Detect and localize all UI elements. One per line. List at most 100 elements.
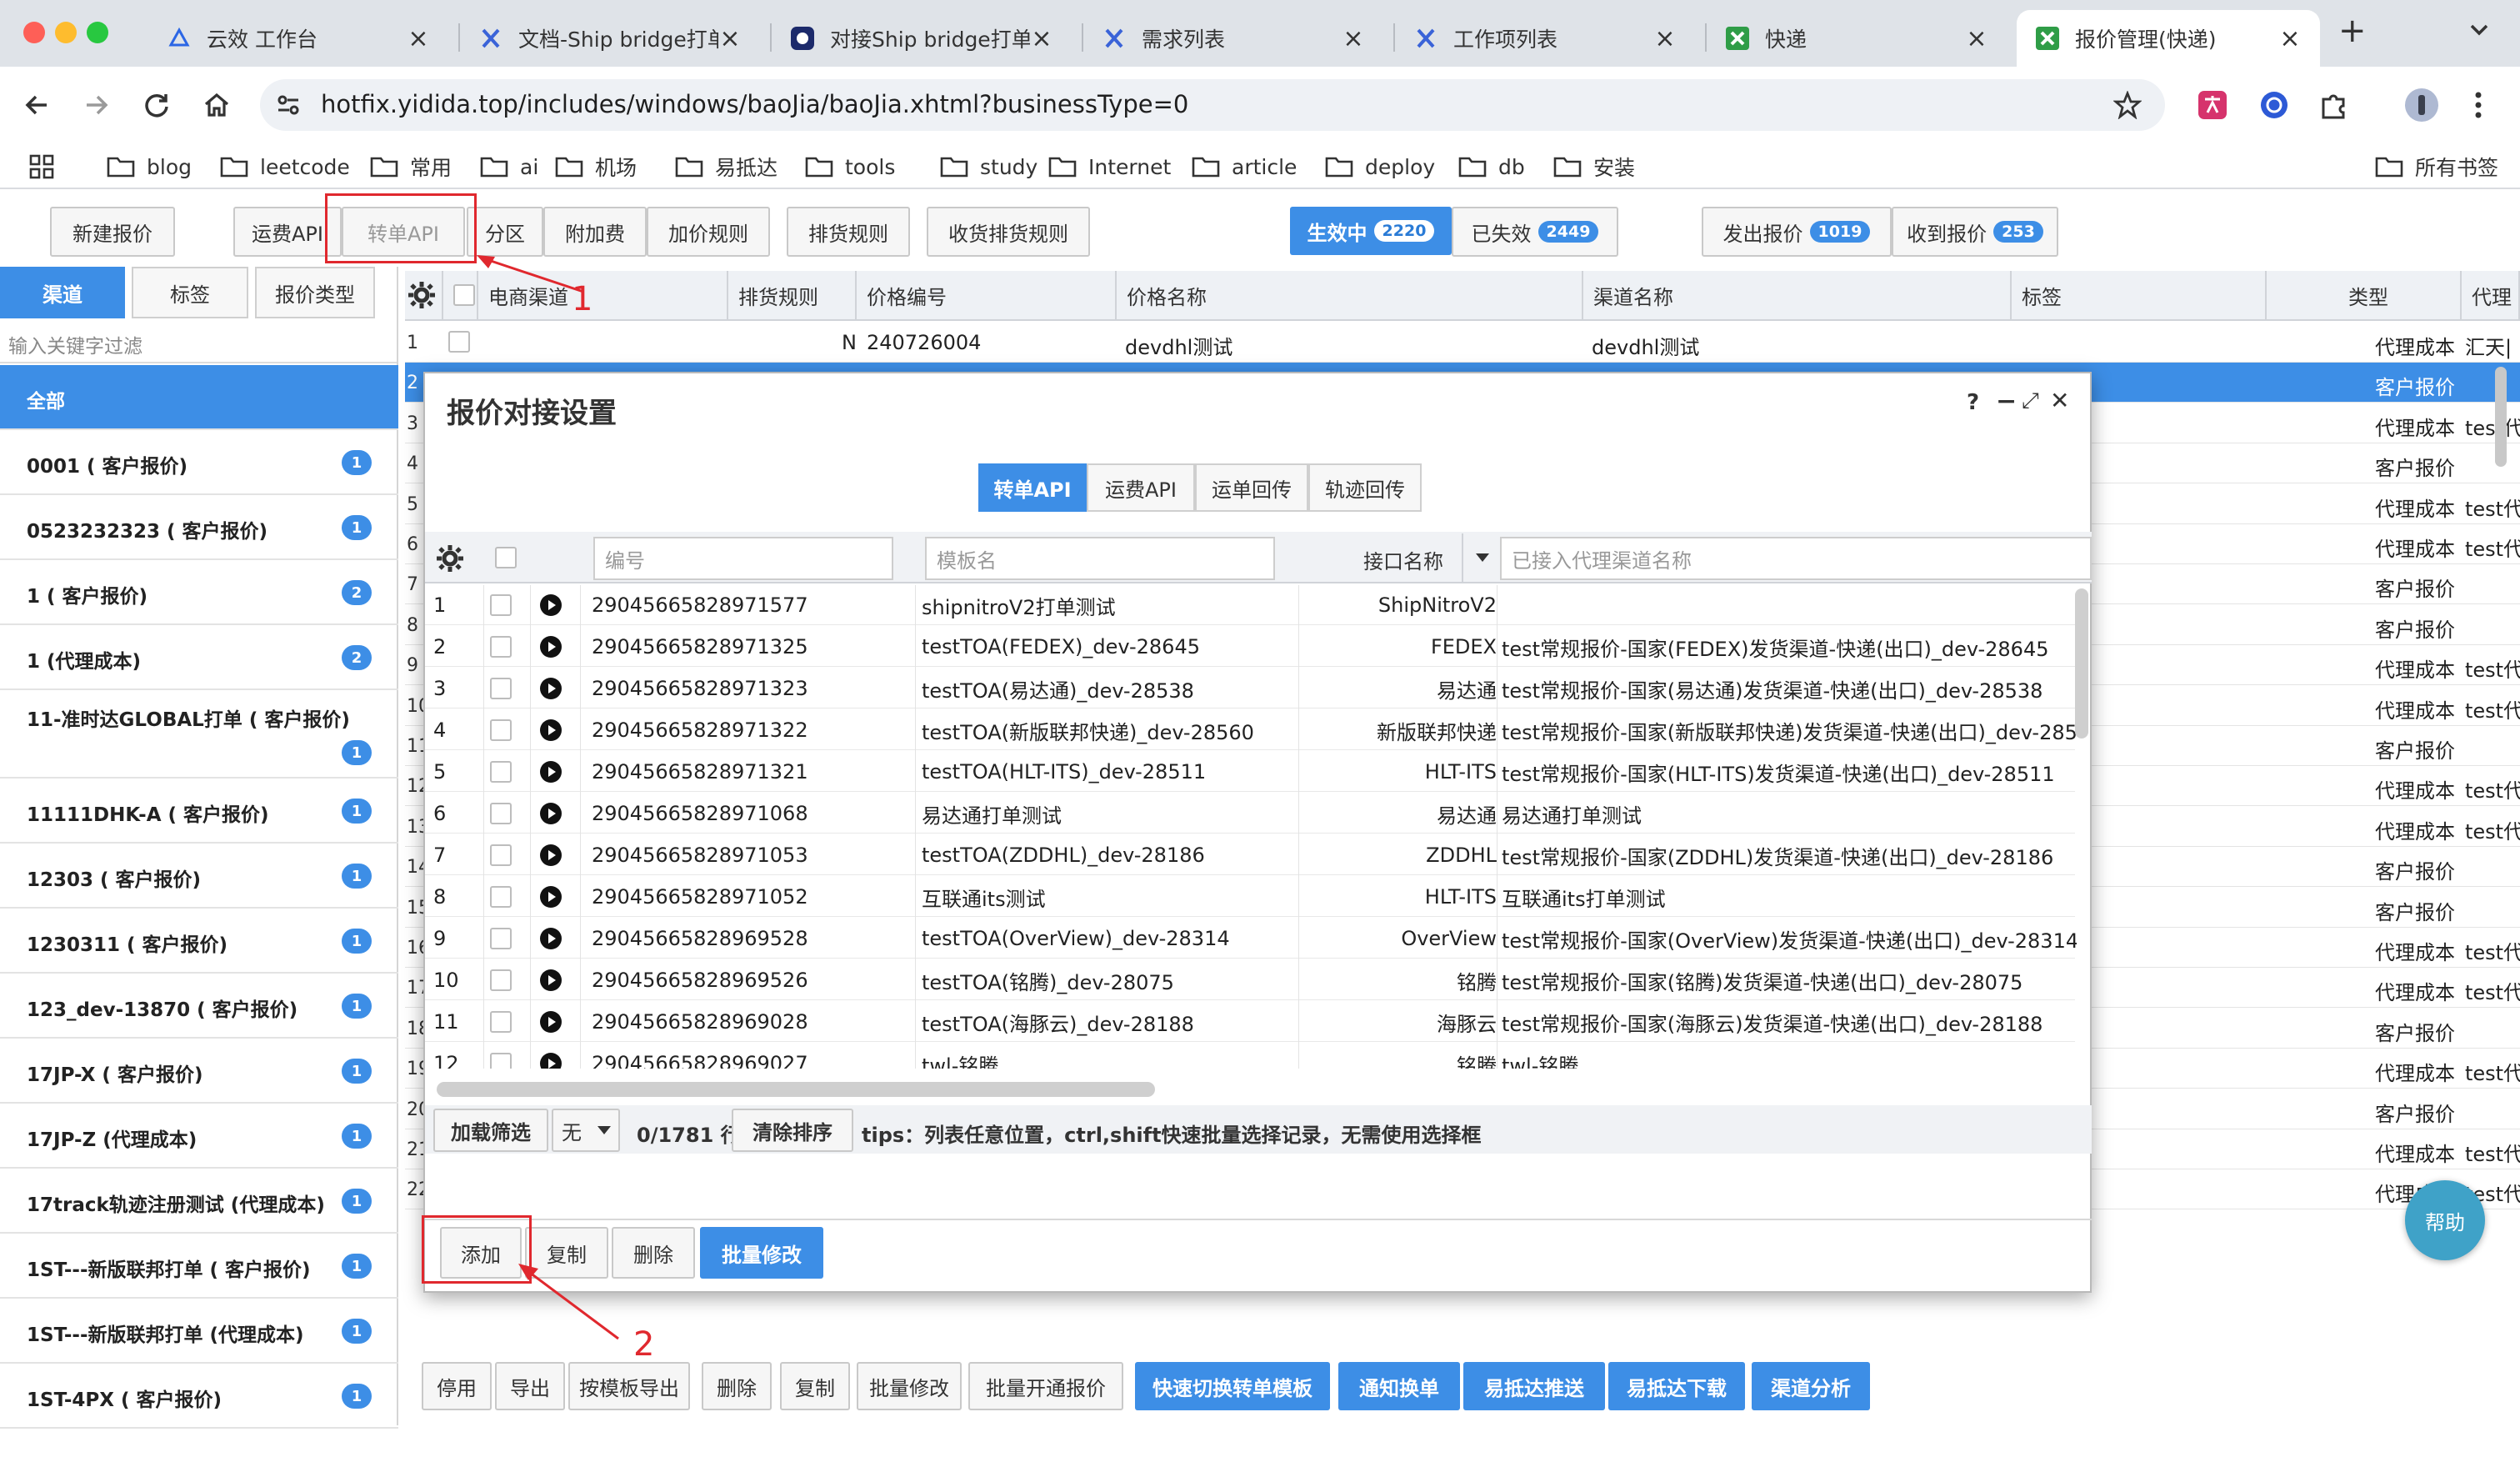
- markup-rule-button[interactable]: 加价规则: [647, 207, 770, 257]
- browser-tab-active[interactable]: 报价管理(快递) ×: [2017, 10, 2320, 67]
- all-bookmarks-folder[interactable]: 所有书签: [2375, 153, 2498, 181]
- table-row[interactable]: 4 29045665828971322 testTOA(新版联邦快递)_dev-28…: [425, 710, 2077, 750]
- play-icon[interactable]: [540, 719, 562, 741]
- code-filter-input[interactable]: 编号: [593, 537, 893, 580]
- bottom-primary-button[interactable]: 渠道分析: [1752, 1362, 1870, 1410]
- bottom-primary-button[interactable]: 通知换单: [1338, 1362, 1460, 1410]
- template-filter-input[interactable]: 模板名: [925, 537, 1275, 580]
- help-icon[interactable]: ?: [1967, 390, 1979, 415]
- translate-extension-icon[interactable]: [2197, 89, 2228, 121]
- row-checkbox[interactable]: [490, 803, 512, 824]
- sidebar-tab-channel[interactable]: 渠道: [0, 267, 125, 318]
- sidebar-item[interactable]: 0523232323 ( 客户报价) 1: [0, 495, 398, 560]
- status-expired-button[interactable]: 已失效 2449: [1452, 207, 1618, 257]
- bottom-primary-button[interactable]: 易抵达推送: [1463, 1362, 1605, 1410]
- play-icon[interactable]: [540, 844, 562, 866]
- load-filter-button[interactable]: 加载筛选: [433, 1109, 548, 1152]
- extension-circle-icon[interactable]: [2258, 89, 2290, 121]
- sidebar-item[interactable]: 17JP-X ( 客户报价) 1: [0, 1039, 398, 1104]
- row-checkbox[interactable]: [490, 1011, 512, 1033]
- interface-name-header[interactable]: 接口名称: [1363, 545, 1443, 574]
- sidebar-item[interactable]: 11-准时达GLOBAL打单 ( 客户报价) 1: [0, 690, 398, 779]
- dialog-tab-tracking-callback[interactable]: 轨迹回传: [1308, 463, 1422, 512]
- grid-settings-icon[interactable]: [405, 271, 443, 321]
- bookmark-folder-1[interactable]: blog: [107, 153, 192, 181]
- bookmark-folder-9[interactable]: Internet: [1048, 153, 1171, 181]
- play-icon[interactable]: [540, 1011, 562, 1033]
- new-quote-button[interactable]: 新建报价: [50, 207, 175, 257]
- received-quotes-button[interactable]: 收到报价 253: [1892, 207, 2058, 257]
- play-icon[interactable]: [540, 594, 562, 616]
- bookmark-folder-2[interactable]: leetcode: [220, 153, 350, 181]
- maximize-icon[interactable]: ⤢: [2022, 388, 2039, 414]
- bookmark-folder-13[interactable]: 安装: [1553, 153, 1635, 181]
- sidebar-item[interactable]: 17track轨迹注册测试 (代理成本) 1: [0, 1169, 398, 1234]
- bottom-action-button[interactable]: 导出: [495, 1362, 565, 1410]
- grid-header-agent[interactable]: 代理: [2462, 271, 2520, 321]
- row-checkbox[interactable]: [490, 761, 512, 783]
- row-checkbox[interactable]: [490, 1053, 512, 1069]
- table-row[interactable]: 9 29045665828969528 testTOA(OverView)_dev-…: [425, 919, 2077, 959]
- browser-menu-icon[interactable]: [2473, 90, 2483, 120]
- close-tab-icon[interactable]: ×: [1965, 24, 1988, 53]
- browser-tab-2[interactable]: 文档-Ship bridge打单 ×: [460, 10, 760, 67]
- grid-header-tag[interactable]: 标签: [2012, 271, 2267, 321]
- bookmark-folder-3[interactable]: 常用: [370, 153, 452, 181]
- row-checkbox[interactable]: [490, 678, 512, 699]
- apps-grid-icon[interactable]: [28, 153, 55, 180]
- tab-search-icon[interactable]: [2465, 15, 2493, 43]
- row-checkbox[interactable]: [490, 636, 512, 658]
- channel-filter-input[interactable]: 已接入代理渠道名称: [1500, 537, 2092, 580]
- help-button[interactable]: 帮助: [2405, 1180, 2485, 1260]
- table-row[interactable]: 11 29045665828969028 testTOA(海豚云)_dev-2818…: [425, 1002, 2075, 1042]
- grid-header-dispatch-rule[interactable]: 排货规则: [728, 271, 857, 321]
- sidebar-item[interactable]: 12303 ( 客户报价) 1: [0, 844, 398, 909]
- close-tab-icon[interactable]: ×: [407, 24, 430, 53]
- bookmark-folder-5[interactable]: 机场: [555, 153, 637, 181]
- play-icon[interactable]: [540, 886, 562, 908]
- sidebar-tab-tag[interactable]: 标签: [132, 267, 248, 318]
- bottom-action-button[interactable]: 批量修改: [857, 1362, 962, 1410]
- new-tab-button[interactable]: +: [2338, 12, 2367, 50]
- row-checkbox[interactable]: [490, 594, 512, 616]
- table-row[interactable]: 5 29045665828971321 testTOA(HLT-ITS)_dev-2…: [425, 752, 2075, 792]
- row-checkbox[interactable]: [490, 969, 512, 991]
- table-row[interactable]: 3 29045665828971323 testTOA(易达通)_dev-28538…: [425, 668, 2075, 708]
- table-row[interactable]: 2 29045665828971325 testTOA(FEDEX)_dev-286…: [425, 627, 2075, 667]
- table-row[interactable]: 1 29045665828971577 shipnitroV2打单测试 ShipNit…: [425, 585, 2075, 625]
- close-window-button[interactable]: [23, 22, 45, 43]
- browser-tab-3[interactable]: 对接Ship bridge打单 ×: [772, 10, 1072, 67]
- play-icon[interactable]: [540, 1053, 562, 1069]
- site-settings-icon[interactable]: [275, 92, 302, 118]
- table-row[interactable]: 7 29045665828971053 testTOA(ZDDHL)_dev-281…: [425, 835, 2075, 875]
- browser-tab-1[interactable]: 云效 工作台 ×: [148, 10, 448, 67]
- minimize-icon[interactable]: −: [1996, 387, 2017, 416]
- bottom-primary-button[interactable]: 易抵达下载: [1608, 1362, 1745, 1410]
- row-checkbox[interactable]: [490, 928, 512, 949]
- zone-button[interactable]: 分区: [467, 207, 543, 257]
- sidebar-item[interactable]: 1230311 ( 客户报价) 1: [0, 909, 398, 974]
- play-icon[interactable]: [540, 678, 562, 699]
- bookmark-folder-7[interactable]: tools: [805, 153, 895, 181]
- bookmark-folder-6[interactable]: 易抵达: [675, 153, 778, 181]
- bulk-edit-button[interactable]: 批量修改: [700, 1227, 823, 1279]
- dialog-grid-settings-icon[interactable]: [435, 543, 465, 573]
- bookmark-folder-10[interactable]: article: [1192, 153, 1297, 181]
- dialog-tab-waybill-callback[interactable]: 运单回传: [1195, 463, 1308, 512]
- dialog-select-all-checkbox[interactable]: [495, 547, 517, 568]
- table-row[interactable]: 12 29045665828969027 twl-铭腾 铭腾 twl-铭腾: [425, 1044, 2075, 1069]
- bookmark-folder-11[interactable]: deploy: [1325, 153, 1435, 181]
- surcharge-button[interactable]: 附加费: [543, 207, 647, 257]
- extensions-puzzle-icon[interactable]: [2318, 89, 2350, 121]
- interface-name-dropdown-icon[interactable]: [1462, 533, 1502, 582]
- back-icon[interactable]: [22, 90, 52, 120]
- bottom-primary-button[interactable]: 快速切换转单模板: [1135, 1362, 1330, 1410]
- row-checkbox[interactable]: [490, 844, 512, 866]
- close-tab-icon[interactable]: ×: [1342, 24, 1365, 53]
- profile-avatar[interactable]: [2403, 87, 2440, 123]
- minimize-window-button[interactable]: [55, 22, 77, 43]
- browser-tab-6[interactable]: 快递 ×: [1707, 10, 2007, 67]
- sidebar-item[interactable]: 0001 ( 客户报价) 1: [0, 430, 398, 495]
- bottom-action-button[interactable]: 复制: [780, 1362, 850, 1410]
- play-icon[interactable]: [540, 761, 562, 783]
